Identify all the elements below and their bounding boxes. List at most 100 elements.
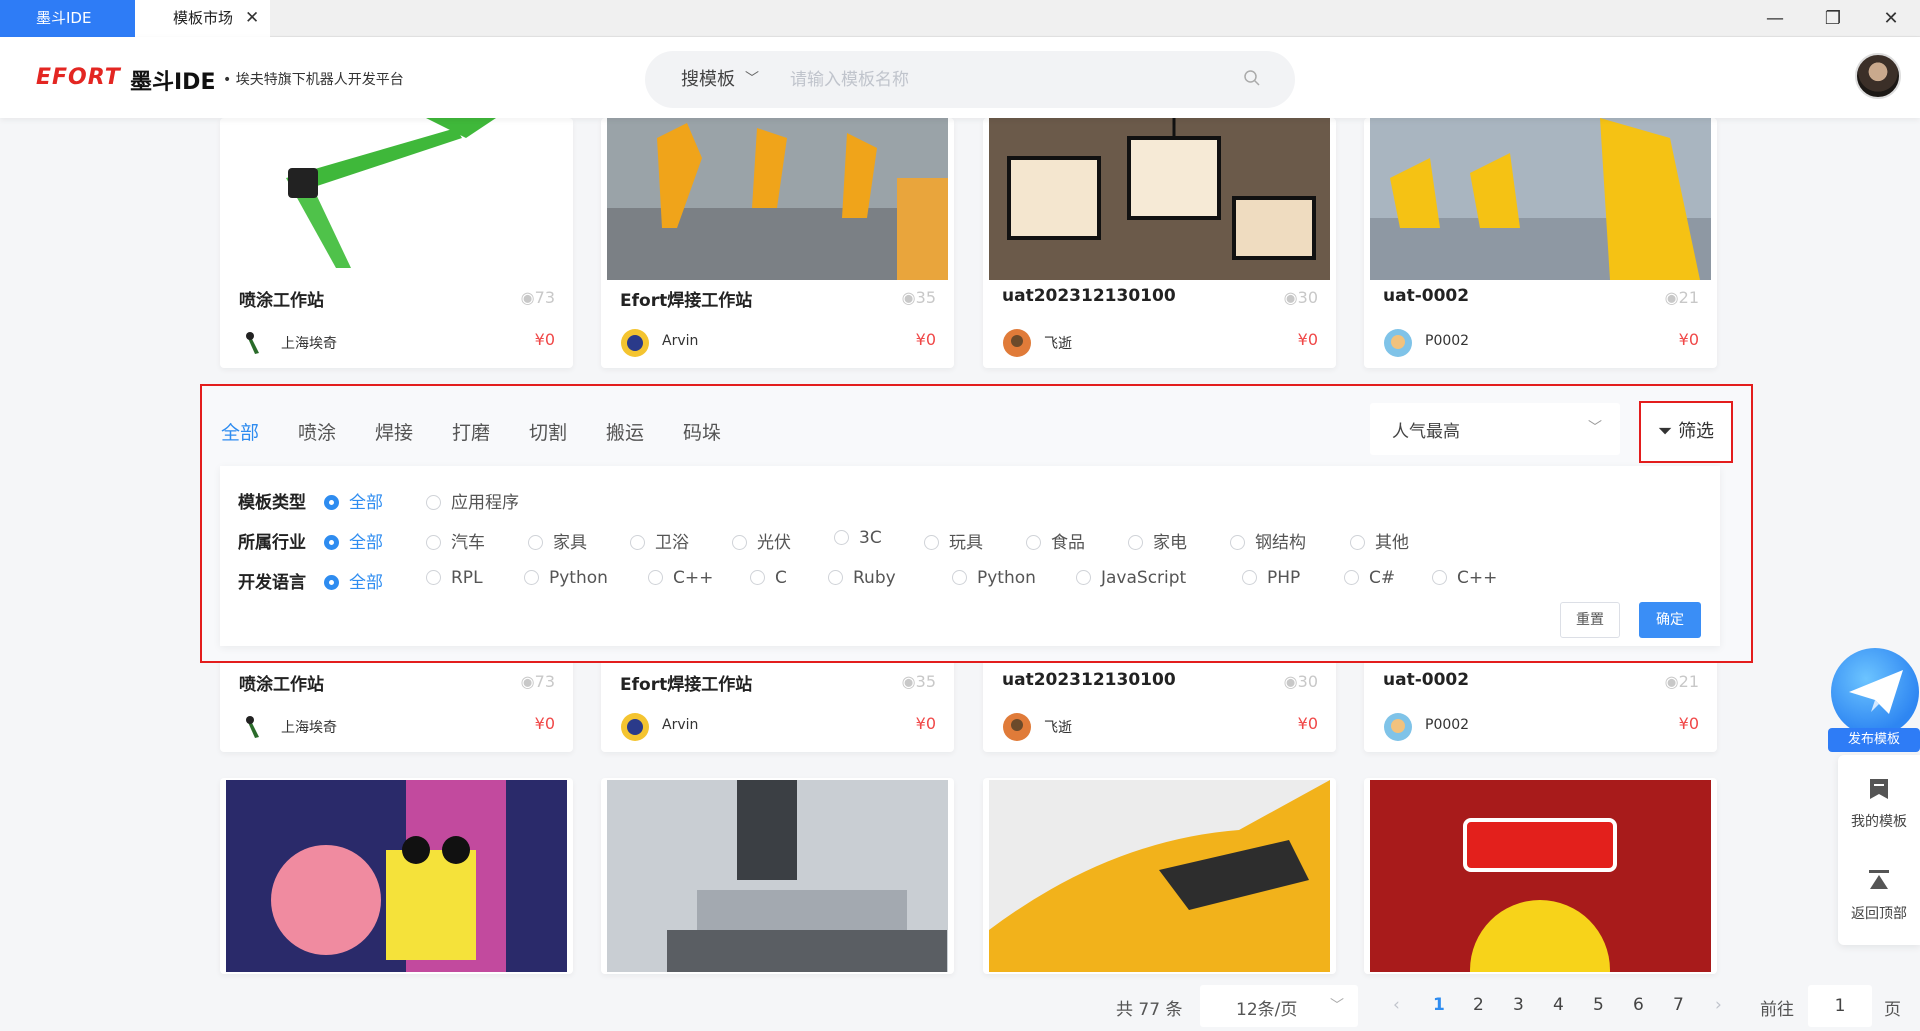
- template-card[interactable]: [1364, 778, 1717, 974]
- radio-option[interactable]: 汽车: [426, 528, 485, 553]
- radio-option[interactable]: C: [750, 568, 787, 588]
- author-avatar: [1384, 713, 1412, 741]
- radio-option[interactable]: 钢结构: [1230, 528, 1306, 553]
- page-button[interactable]: 1: [1433, 995, 1445, 1015]
- card-price: ¥0: [1678, 714, 1699, 733]
- radio-option[interactable]: RPL: [426, 568, 483, 588]
- template-card[interactable]: [983, 778, 1336, 974]
- card-image: [1370, 780, 1711, 972]
- filter-label: 开发语言: [238, 573, 306, 593]
- radio-option[interactable]: 全部: [324, 528, 383, 553]
- card-views: ◉21: [1664, 672, 1699, 691]
- chevron-down-icon[interactable]: ﹀: [745, 51, 759, 108]
- category-tab-weld[interactable]: 焊接: [375, 418, 413, 445]
- radio-option[interactable]: 家电: [1128, 528, 1187, 553]
- card-views: ◉73: [520, 288, 555, 307]
- page-button[interactable]: 7: [1673, 995, 1684, 1015]
- card-price: ¥0: [915, 714, 936, 733]
- radio-option[interactable]: Python: [952, 568, 1036, 588]
- card-author: P0002: [1425, 717, 1470, 733]
- radio-option[interactable]: PHP: [1242, 568, 1300, 588]
- category-tab-spray[interactable]: 喷涂: [298, 418, 336, 445]
- card-title: Efort焊接工作站: [620, 675, 753, 695]
- minimize-button[interactable]: —: [1752, 0, 1798, 37]
- search-type-select[interactable]: 搜模板: [681, 51, 735, 108]
- search-input[interactable]: [790, 64, 1230, 96]
- radio-option[interactable]: Ruby: [828, 568, 896, 588]
- category-tab-handling[interactable]: 搬运: [606, 418, 644, 445]
- radio-option[interactable]: JavaScript: [1076, 568, 1186, 588]
- reset-button[interactable]: 重置: [1560, 602, 1620, 638]
- card-views: ◉35: [901, 288, 936, 307]
- pagination-total: 共 77 条: [1116, 1000, 1183, 1020]
- card-views: ◉35: [901, 672, 936, 691]
- page-button[interactable]: 6: [1633, 995, 1644, 1015]
- filter-button[interactable]: ⏷ 筛选: [1639, 401, 1733, 463]
- eye-icon: ◉: [1664, 288, 1679, 307]
- template-card[interactable]: uat-0002 ◉21 P0002 ¥0: [1364, 118, 1717, 368]
- next-page-button[interactable]: ›: [1715, 995, 1722, 1015]
- radio-option[interactable]: 家具: [528, 528, 587, 553]
- radio-option[interactable]: 食品: [1026, 528, 1085, 553]
- page-button[interactable]: 3: [1513, 995, 1524, 1015]
- back-to-top-button[interactable]: 返回顶部: [1838, 847, 1920, 937]
- card-image: [607, 118, 948, 280]
- radio-option[interactable]: 光伏: [732, 528, 791, 553]
- my-templates-label: 我的模板: [1851, 814, 1907, 830]
- filter-options: 模板类型 全部 应用程序 所属行业 全部 汽车 家具 卫浴 光伏 3C 玩具 食…: [220, 466, 1720, 646]
- card-author: Arvin: [662, 333, 699, 349]
- eye-icon: ◉: [901, 672, 916, 691]
- author-avatar: [621, 329, 649, 357]
- restore-button[interactable]: ❐: [1810, 0, 1856, 37]
- sort-select[interactable]: 人气最高 ﹀: [1370, 403, 1620, 455]
- category-tab-cut[interactable]: 切割: [529, 418, 567, 445]
- card-price: ¥0: [915, 330, 936, 349]
- category-tab-grind[interactable]: 打磨: [452, 418, 490, 445]
- card-title: uat-0002: [1383, 670, 1470, 690]
- radio-option[interactable]: C#: [1344, 568, 1395, 588]
- publish-template-button[interactable]: 发布模板: [1828, 648, 1920, 752]
- user-avatar[interactable]: [1855, 53, 1901, 99]
- template-card[interactable]: 喷涂工作站 ◉73 上海埃奇 ¥0: [220, 118, 573, 368]
- paper-plane-icon: [1831, 648, 1919, 736]
- page-button[interactable]: 5: [1593, 995, 1604, 1015]
- category-tab-palletize[interactable]: 码垛: [683, 418, 721, 445]
- tab-template-market-label: 模板市场: [173, 9, 234, 27]
- page-size-select[interactable]: 12条/页 ﹀: [1200, 985, 1358, 1027]
- card-title: uat-0002: [1383, 286, 1470, 306]
- card-views: ◉73: [520, 672, 555, 691]
- card-author: P0002: [1425, 333, 1470, 349]
- radio-option[interactable]: 全部: [324, 568, 383, 593]
- tab-app[interactable]: 墨斗IDE: [0, 0, 135, 37]
- author-avatar: [1003, 713, 1031, 741]
- arrow-up-icon: [1869, 870, 1889, 889]
- template-card[interactable]: Efort焊接工作站 ◉35 Arvin ¥0: [601, 118, 954, 368]
- template-card[interactable]: uat202312130100 ◉30 飞逝 ¥0: [983, 118, 1336, 368]
- radio-option[interactable]: C++: [1432, 568, 1497, 588]
- radio-option[interactable]: 其他: [1350, 528, 1409, 553]
- card-image: [1370, 118, 1711, 280]
- prev-page-button[interactable]: ‹: [1393, 995, 1400, 1015]
- radio-option[interactable]: C++: [648, 568, 713, 588]
- tab-template-market[interactable]: 模板市场 ✕: [135, 0, 270, 37]
- radio-option[interactable]: 卫浴: [630, 528, 689, 553]
- page-button[interactable]: 4: [1553, 995, 1564, 1015]
- confirm-button[interactable]: 确定: [1639, 602, 1701, 638]
- radio-option[interactable]: Python: [524, 568, 608, 588]
- filter-button-label: 筛选: [1678, 421, 1715, 442]
- template-card[interactable]: [601, 778, 954, 974]
- page-button[interactable]: 2: [1473, 995, 1484, 1015]
- eye-icon: ◉: [1664, 672, 1679, 691]
- close-icon[interactable]: ✕: [245, 0, 259, 37]
- card-image: [607, 780, 948, 972]
- radio-option[interactable]: 玩具: [924, 528, 983, 553]
- close-window-button[interactable]: ✕: [1868, 0, 1914, 37]
- search-icon[interactable]: [1243, 69, 1261, 87]
- template-card[interactable]: [220, 778, 573, 974]
- radio-option[interactable]: 3C: [834, 528, 882, 548]
- radio-option[interactable]: 全部: [324, 488, 383, 513]
- radio-option[interactable]: 应用程序: [426, 488, 519, 513]
- goto-page-input[interactable]: 1: [1808, 985, 1872, 1027]
- my-templates-button[interactable]: 我的模板: [1838, 755, 1920, 845]
- category-tab-all[interactable]: 全部: [221, 418, 259, 445]
